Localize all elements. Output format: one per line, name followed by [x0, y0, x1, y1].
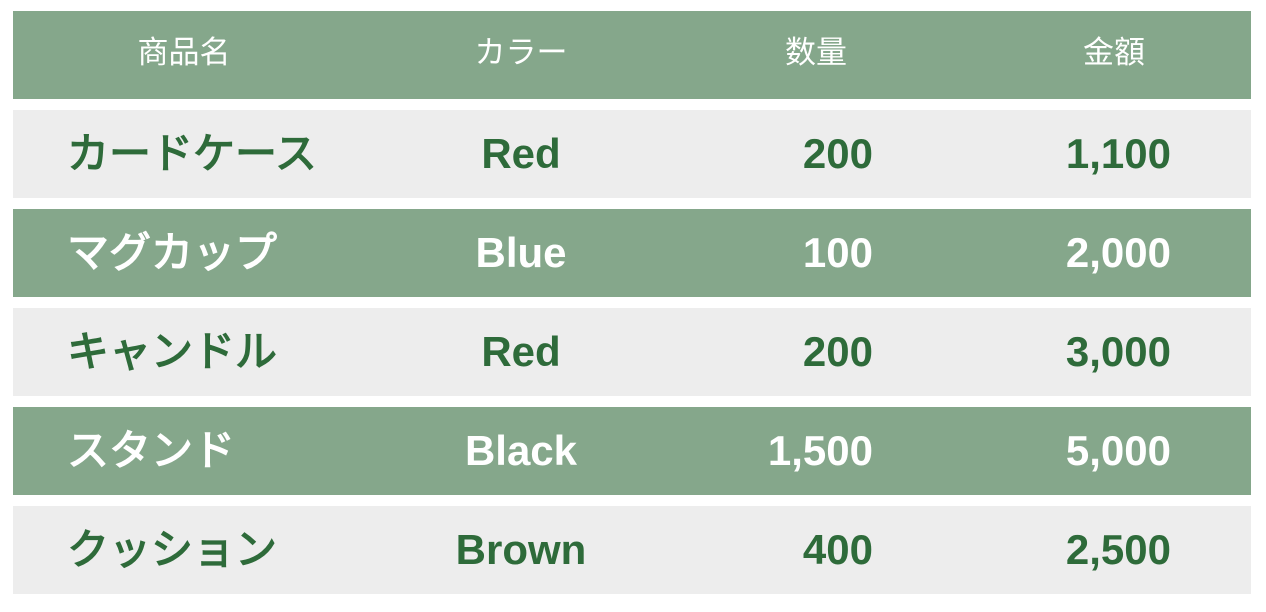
- cell-color: Red: [481, 328, 561, 375]
- cell-quantity: 1,500: [767, 427, 873, 474]
- cell-quantity: 200: [802, 130, 873, 177]
- table-row: カードケース Red 200 1,100: [13, 110, 1251, 198]
- cell-quantity: 400: [802, 526, 873, 573]
- cell-amount: 2,000: [1065, 229, 1171, 276]
- cell-product-name: クッション: [67, 526, 278, 573]
- table-row: クッション Brown 400 2,500: [13, 506, 1251, 594]
- cell-amount: 5,000: [1065, 427, 1171, 474]
- cell-color: Red: [481, 130, 561, 177]
- column-header-amount: 金額: [1083, 35, 1145, 70]
- cell-amount: 3,000: [1065, 328, 1171, 375]
- cell-product-name: キャンドル: [67, 328, 278, 375]
- table-row: スタンド Black 1,500 5,000: [13, 407, 1251, 495]
- cell-amount: 1,100: [1065, 130, 1171, 177]
- cell-quantity: 200: [802, 328, 873, 375]
- cell-quantity: 100: [802, 229, 873, 276]
- cell-amount: 2,500: [1065, 526, 1171, 573]
- product-table: 商品名 カラー 数量 金額 カードケース Red 200 1,100 マグカップ…: [13, 11, 1251, 605]
- cell-color: Brown: [455, 526, 587, 573]
- cell-product-name: マグカップ: [67, 229, 278, 276]
- column-header-quantity: 数量: [785, 35, 847, 70]
- cell-product-name: スタンド: [67, 427, 236, 474]
- cell-color: Blue: [475, 229, 567, 276]
- table-row: マグカップ Blue 100 2,000: [13, 209, 1251, 297]
- table-row: キャンドル Red 200 3,000: [13, 308, 1251, 396]
- table-header-row: 商品名 カラー 数量 金額: [13, 11, 1251, 99]
- column-header-color: カラー: [474, 35, 568, 70]
- column-header-product-name: 商品名: [137, 35, 231, 70]
- cell-color: Black: [464, 427, 578, 474]
- cell-product-name: カードケース: [67, 130, 317, 177]
